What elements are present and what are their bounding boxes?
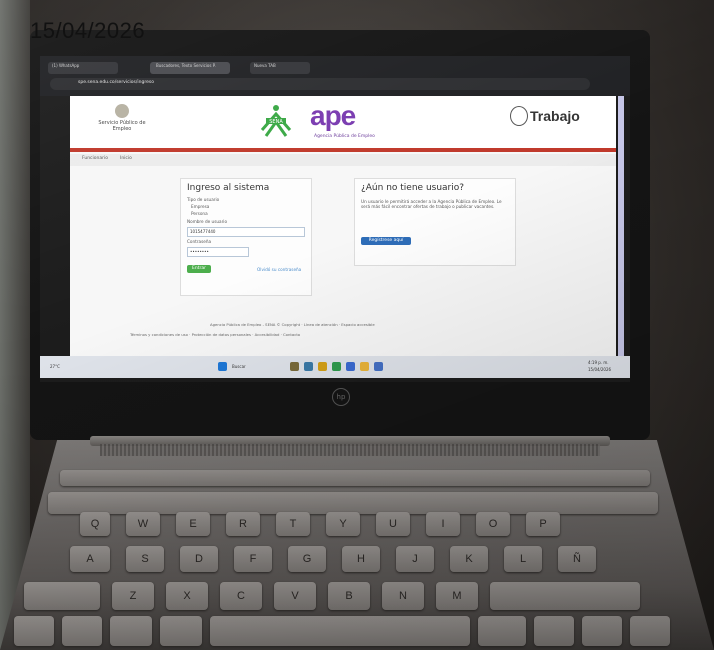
- key-fn[interactable]: [62, 616, 102, 646]
- key-enie[interactable]: Ñ: [558, 546, 596, 572]
- weather-widget[interactable]: 27°C: [50, 364, 60, 369]
- taskbar-date: 15/04/2026: [588, 367, 612, 372]
- hp-logo-icon: hp: [332, 388, 350, 406]
- key-v[interactable]: V: [274, 582, 316, 610]
- key-j[interactable]: J: [396, 546, 434, 572]
- web-page: Servicio Público de Empleo SENA ape Agen…: [70, 96, 616, 356]
- browser-tab-3-label: Nueva TAB: [254, 63, 276, 68]
- key-arrow-right[interactable]: [630, 616, 670, 646]
- key-w[interactable]: W: [126, 512, 160, 536]
- taskbar-search[interactable]: Buscar: [232, 364, 246, 369]
- site-header: Servicio Público de Empleo SENA ape Agen…: [70, 96, 616, 148]
- sena-label: SENA: [269, 119, 283, 125]
- key-b[interactable]: B: [328, 582, 370, 610]
- browser-toolbar: (1) WhatsApp Buscadores, Texto Servicios…: [40, 56, 630, 96]
- key-f[interactable]: F: [234, 546, 272, 572]
- username-value: 1015477440: [190, 229, 216, 234]
- register-panel: ¿Aún no tiene usuario? Un usuario le per…: [354, 178, 516, 266]
- ape-logo: ape: [310, 100, 356, 132]
- app-icon[interactable]: [290, 362, 299, 371]
- forgot-password-link[interactable]: Olvidó su contraseña: [257, 267, 301, 272]
- key-space[interactable]: [210, 616, 470, 646]
- register-title: ¿Aún no tiene usuario?: [361, 183, 465, 193]
- browser-tab-1-label: (1) WhatsApp: [52, 63, 80, 68]
- key-q[interactable]: Q: [80, 512, 110, 536]
- header-divider: [70, 148, 616, 152]
- footer-line-1: Agencia Pública de Empleo - SENA © Copyr…: [210, 322, 375, 327]
- app-icon[interactable]: [332, 362, 341, 371]
- key-shift-right[interactable]: [490, 582, 640, 610]
- windows-taskbar: 27°C Buscar 4:19 p. m. 15/04/2026: [40, 356, 630, 378]
- key-o[interactable]: O: [476, 512, 510, 536]
- crest-icon: [115, 104, 129, 118]
- breadcrumb-funcionario[interactable]: Funcionario: [82, 156, 108, 161]
- key-x[interactable]: X: [166, 582, 208, 610]
- app-icon[interactable]: [304, 362, 313, 371]
- function-keys[interactable]: [60, 470, 650, 486]
- laptop-screen: (1) WhatsApp Buscadores, Texto Servicios…: [40, 56, 630, 382]
- username-label: Nombre de usuario: [187, 219, 228, 224]
- login-panel: Ingreso al sistema Tipo de usuario Empre…: [180, 178, 312, 296]
- laptop-photo: (1) WhatsApp Buscadores, Texto Servicios…: [0, 0, 714, 650]
- login-title: Ingreso al sistema: [187, 183, 270, 193]
- password-label: Contraseña: [187, 239, 212, 244]
- windows-start-icon[interactable]: [218, 362, 227, 371]
- key-t[interactable]: T: [276, 512, 310, 536]
- spe-name: Servicio Público de Empleo: [98, 120, 146, 132]
- colombia-crest-icon: [510, 106, 528, 126]
- key-i[interactable]: I: [426, 512, 460, 536]
- key-n[interactable]: N: [382, 582, 424, 610]
- sena-logo-icon: SENA: [260, 105, 292, 137]
- ape-logo-text: ape: [310, 100, 356, 131]
- key-r[interactable]: R: [226, 512, 260, 536]
- key-arrow-updown[interactable]: [582, 616, 622, 646]
- key-alt-gr[interactable]: [478, 616, 526, 646]
- page-scrollbar[interactable]: [618, 96, 624, 356]
- address-bar-url: spe.sena.edu.co/servicios/ingreso: [78, 80, 154, 85]
- timestamp-overlay: 15/04/2026: [30, 18, 146, 43]
- app-icon[interactable]: [374, 362, 383, 371]
- key-z[interactable]: Z: [112, 582, 154, 610]
- edge-icon[interactable]: [346, 362, 355, 371]
- ape-subtitle: Agencia Pública de Empleo: [314, 134, 375, 139]
- key-alt[interactable]: [160, 616, 202, 646]
- number-keys[interactable]: [48, 492, 658, 514]
- windows-key-icon[interactable]: [110, 616, 152, 646]
- speaker-grille: [100, 444, 600, 456]
- key-k[interactable]: K: [450, 546, 488, 572]
- key-l[interactable]: L: [504, 546, 542, 572]
- trabajo-label: Trabajo: [530, 108, 580, 124]
- key-a[interactable]: A: [70, 546, 110, 572]
- option-persona[interactable]: Persona: [191, 211, 208, 216]
- breadcrumb: Funcionario Inicio: [70, 154, 616, 166]
- key-d[interactable]: D: [180, 546, 218, 572]
- key-ctrl[interactable]: [14, 616, 54, 646]
- key-g[interactable]: G: [288, 546, 326, 572]
- login-submit-button[interactable]: Entrar: [187, 265, 211, 273]
- folder-icon[interactable]: [318, 362, 327, 371]
- password-value: ••••••••: [190, 249, 209, 254]
- register-button[interactable]: Regístrese aquí: [361, 237, 411, 245]
- chrome-icon[interactable]: [360, 362, 369, 371]
- footer-line-2: Términos y condiciones de uso · Protecci…: [130, 332, 301, 337]
- taskbar-time: 4:19 p. m.: [588, 360, 609, 365]
- key-p[interactable]: P: [526, 512, 560, 536]
- browser-tab-2-label: Buscadores, Texto Servicios P.: [156, 63, 216, 68]
- key-u[interactable]: U: [376, 512, 410, 536]
- key-e[interactable]: E: [176, 512, 210, 536]
- option-empresa[interactable]: Empresa: [191, 204, 209, 209]
- key-c[interactable]: C: [220, 582, 262, 610]
- user-type-label: Tipo de usuario: [187, 197, 220, 202]
- key-shift-left[interactable]: [24, 582, 100, 610]
- key-h[interactable]: H: [342, 546, 380, 572]
- key-y[interactable]: Y: [326, 512, 360, 536]
- background-wall: [0, 0, 30, 650]
- key-arrow-left[interactable]: [534, 616, 574, 646]
- breadcrumb-inicio[interactable]: Inicio: [120, 156, 132, 161]
- spe-logo: Servicio Público de Empleo: [92, 104, 152, 132]
- register-description: Un usuario le permitirá acceder a la Age…: [361, 199, 502, 209]
- key-s[interactable]: S: [126, 546, 164, 572]
- key-m[interactable]: M: [436, 582, 478, 610]
